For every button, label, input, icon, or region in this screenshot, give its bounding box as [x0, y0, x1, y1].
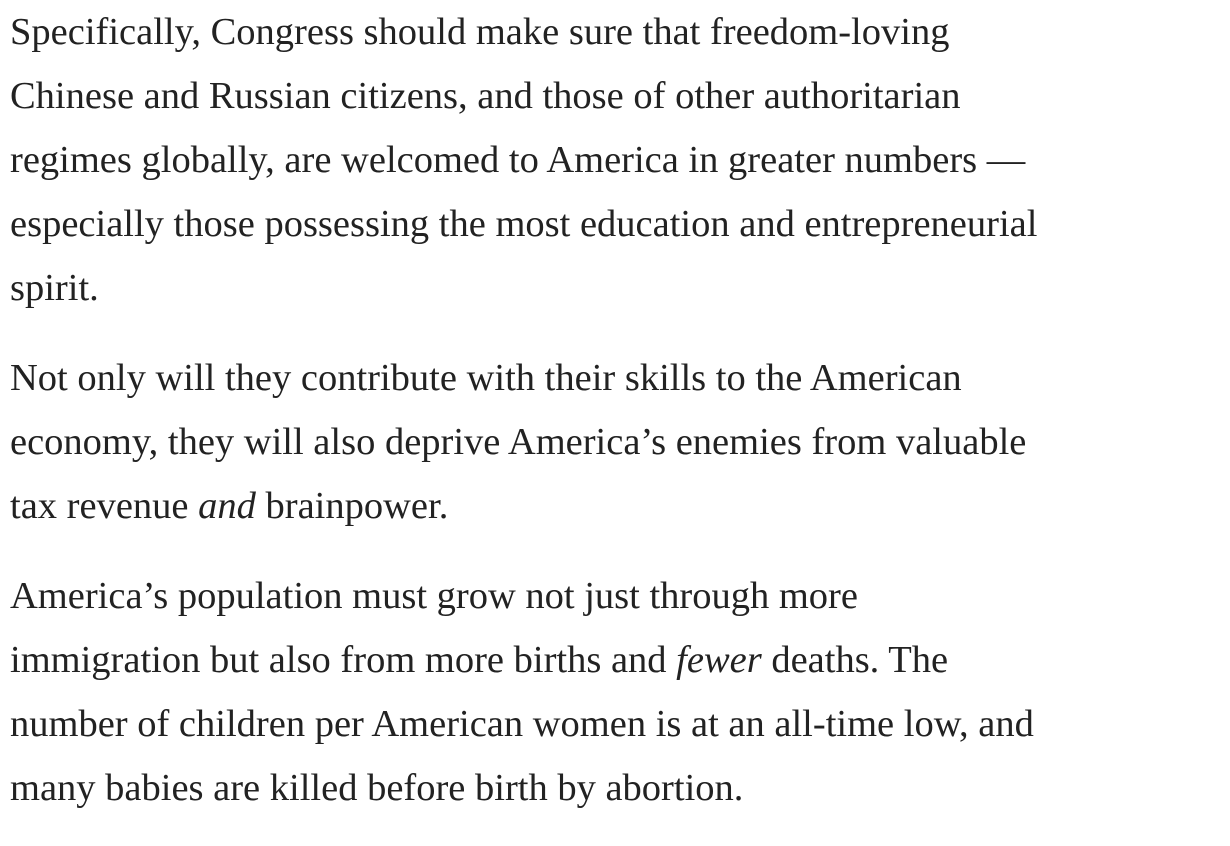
- article-body: Specifically, Congress should make sure …: [10, 0, 1222, 846]
- emphasis-and: and: [198, 485, 256, 527]
- paragraph-economic-benefit-text-start: Not only will they contribute with their…: [10, 357, 1027, 527]
- emphasis-fewer: fewer: [676, 639, 762, 681]
- paragraph-economic-benefit: Not only will they contribute with their…: [10, 346, 1222, 538]
- paragraph-immigration-policy: Specifically, Congress should make sure …: [10, 11, 1038, 309]
- paragraph-population-growth: America’s population must grow not just …: [10, 564, 1222, 820]
- paragraph-economic-benefit-text-end: brainpower.: [255, 485, 449, 527]
